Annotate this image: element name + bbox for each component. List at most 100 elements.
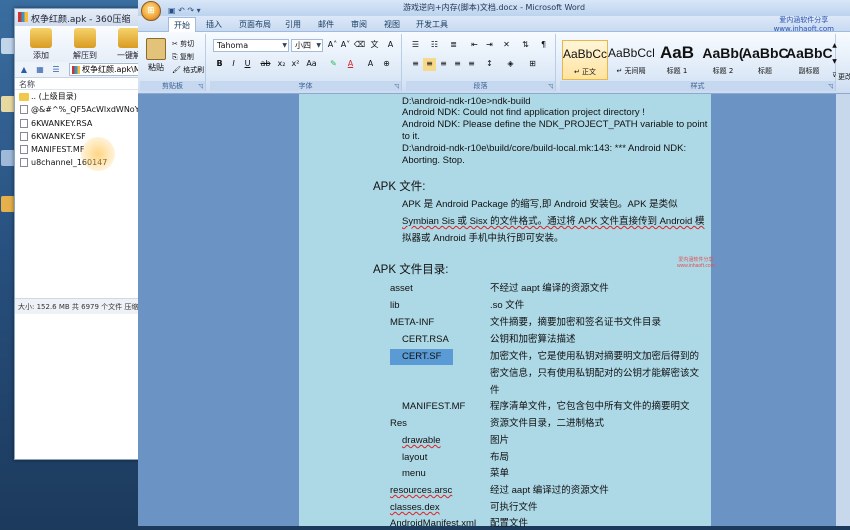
align-center-icon[interactable]: ≡ [423, 58, 436, 71]
char-border-icon[interactable]: A [384, 39, 397, 52]
dialog-launcher-icon[interactable]: ◹ [548, 83, 553, 90]
justify-icon[interactable]: ≡ [451, 58, 464, 71]
highlight-icon[interactable]: ✎ [327, 58, 340, 71]
file-name: MANIFEST.MF [31, 145, 85, 155]
clear-format-icon[interactable]: ⌫ [353, 39, 366, 52]
show-marks-icon[interactable]: ¶ [537, 39, 550, 52]
entry-desc: .so 文件 [490, 300, 525, 311]
style-heading-2[interactable]: AaBb(标题 2 [700, 40, 746, 80]
shading-icon[interactable]: ◈ [504, 58, 517, 71]
list-item[interactable]: @&#^%_QF5AcWlxdWNoYW5 [15, 103, 139, 116]
tab-view[interactable]: 视图 [380, 18, 404, 31]
tab-review[interactable]: 审阅 [347, 18, 371, 31]
apk-desc-line: APK 是 Android Package 的缩写,即 Android 安装包。… [402, 199, 678, 210]
entry-name: resources.arsc [390, 485, 453, 496]
paste-label: 粘贴 [148, 63, 164, 72]
styles-scroll-down-icon[interactable]: ▼ [828, 56, 841, 69]
styles-group: AaBbCcD ↵ 正文 AaBbCcD ↵ 无间隔 AaB 标题 1 AaBb(标题… [560, 34, 837, 91]
copy-button[interactable]: ⎘ 复制 [172, 52, 194, 62]
align-left-icon[interactable]: ≡ [409, 58, 422, 71]
dialog-launcher-icon[interactable]: ◹ [198, 83, 203, 90]
format-painter-button[interactable]: 🖌 格式刷 [172, 65, 204, 75]
list-item[interactable]: 6KWANKEY.RSA [15, 117, 139, 130]
extract-button[interactable]: 解压到 [65, 28, 105, 61]
sort-icon[interactable]: ⇅ [519, 39, 532, 52]
align-right-icon[interactable]: ≡ [437, 58, 450, 71]
style-normal[interactable]: AaBbCcD ↵ 正文 [562, 40, 608, 80]
file-icon [20, 105, 28, 115]
distribute-icon[interactable]: ≡ [465, 58, 478, 71]
list-item[interactable]: u8channel_160147 [15, 156, 139, 169]
list-item[interactable]: .. (上级目录) [15, 90, 139, 103]
italic-icon[interactable]: I [227, 58, 240, 71]
numbering-icon[interactable]: ☷ [428, 39, 441, 52]
change-styles-button[interactable]: 更改 [838, 72, 850, 82]
change-case-icon[interactable]: Aa [305, 58, 318, 71]
list-item[interactable]: 6KWANKEY.SF [15, 130, 139, 143]
list-item[interactable]: MANIFEST.MF [15, 143, 139, 156]
file-icon [20, 118, 28, 128]
style-title[interactable]: AaBbC 标题 [742, 40, 788, 80]
tab-home[interactable]: 开始 [168, 17, 196, 32]
clipboard-group-label: 剪贴板 [140, 81, 205, 91]
desktop-icon[interactable] [1, 96, 15, 112]
bullets-icon[interactable]: ☰ [409, 39, 422, 52]
view-detail-icon[interactable]: ☰ [51, 65, 61, 74]
strikethrough-icon[interactable]: ab [259, 58, 272, 71]
office-button[interactable]: ⊞ [141, 1, 161, 21]
style-subtitle[interactable]: AaBbC 副标题 [786, 40, 832, 80]
increase-indent-icon[interactable]: ⇥ [483, 39, 496, 52]
superscript-icon[interactable]: x² [289, 58, 302, 71]
subscript-icon[interactable]: x₂ [275, 58, 288, 71]
grow-font-icon[interactable]: A˄ [326, 39, 339, 52]
add-button[interactable]: 添加 [21, 28, 61, 61]
desktop-icon[interactable] [1, 150, 15, 166]
dialog-launcher-icon[interactable]: ◹ [828, 83, 833, 90]
vertical-scrollbar[interactable] [836, 94, 850, 526]
borders-icon[interactable]: ⊞ [526, 58, 539, 71]
bold-icon[interactable]: B [213, 58, 226, 71]
font-name-select[interactable]: Tahoma ▼ [213, 39, 289, 52]
archive-pathbar: ▲ ▦ ☰ 权争红颜.apk\M [15, 62, 139, 78]
entry-desc: 图片 [490, 435, 510, 446]
column-header-name[interactable]: 名称 [15, 78, 139, 90]
chevron-down-icon: ▼ [282, 42, 287, 49]
decrease-indent-icon[interactable]: ⇤ [468, 39, 481, 52]
underline-icon[interactable]: U [241, 58, 254, 71]
tab-developer[interactable]: 开发工具 [412, 18, 452, 31]
paste-button[interactable]: 粘贴 [145, 38, 167, 72]
up-arrow-icon[interactable]: ▲ [19, 65, 29, 74]
styles-scroll-up-icon[interactable]: ▲ [828, 40, 841, 53]
entry-desc: 布局 [490, 452, 510, 463]
line-spacing-icon[interactable]: ↕ [483, 58, 496, 71]
char-shading-icon[interactable]: A [364, 58, 377, 71]
tab-insert[interactable]: 插入 [202, 18, 226, 31]
archive-address-field[interactable]: 权争红颜.apk\M [69, 63, 139, 76]
font-size-select[interactable]: 小四 ▼ [291, 39, 323, 52]
tab-references[interactable]: 引用 [281, 18, 305, 31]
cut-button[interactable]: ✂ 剪切 [172, 39, 194, 49]
style-heading-1[interactable]: AaB 标题 1 [654, 40, 700, 80]
dialog-launcher-icon[interactable]: ◹ [394, 83, 399, 90]
font-color-icon[interactable]: A [344, 58, 357, 71]
shrink-font-icon[interactable]: A˅ [339, 39, 352, 52]
tab-page-layout[interactable]: 页面布局 [235, 18, 275, 31]
view-list-icon[interactable]: ▦ [35, 65, 45, 74]
multilevel-list-icon[interactable]: ≣ [447, 39, 460, 52]
desktop-icon[interactable] [1, 38, 15, 54]
document-area: D:\android-ndk-r10e>ndk-build Android ND… [138, 94, 850, 529]
enclose-char-icon[interactable]: ⊕ [380, 58, 393, 71]
apk-dir-heading: APK 文件目录: [373, 264, 449, 276]
archive-toolbar: 添加 解压到 一键解 [15, 26, 141, 62]
entry-name: menu [402, 468, 426, 479]
file-icon [20, 158, 28, 168]
chinese-layout-icon[interactable]: ✕ [500, 39, 513, 52]
entry-name: layout [402, 452, 428, 463]
style-no-spacing[interactable]: AaBbCcD ↵ 无间隔 [608, 40, 654, 80]
style-preview: AaBb( [702, 45, 744, 61]
entry-desc: 经过 aapt 编译过的资源文件 [490, 485, 609, 496]
desktop-icon[interactable] [1, 196, 15, 212]
tab-mailings[interactable]: 邮件 [314, 18, 338, 31]
document-page[interactable]: D:\android-ndk-r10e>ndk-build Android ND… [299, 94, 715, 529]
phonetic-guide-icon[interactable]: 文 [368, 39, 381, 52]
